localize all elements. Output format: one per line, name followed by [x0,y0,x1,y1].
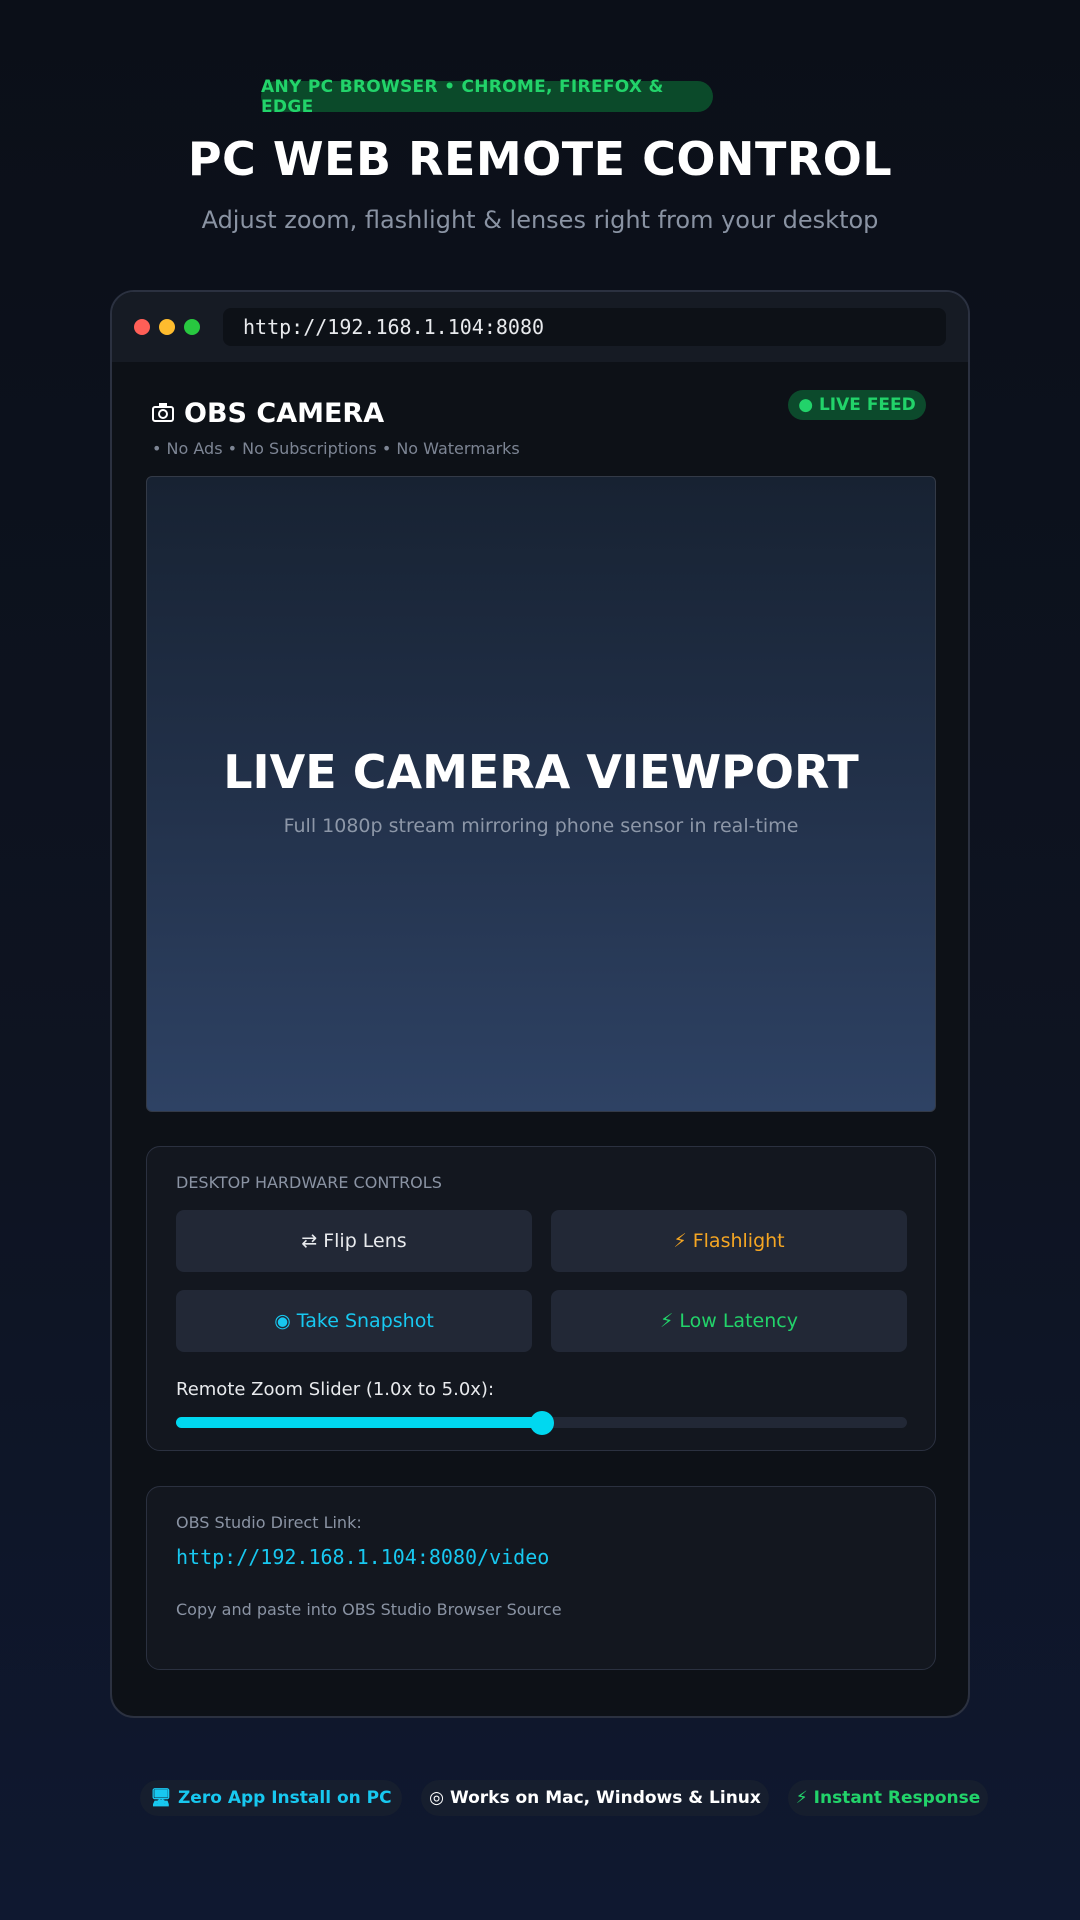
obs-link-panel: OBS Studio Direct Link: http://192.168.1… [146,1486,936,1670]
camera-icon [152,400,174,428]
low-latency-label: Low Latency [679,1310,798,1332]
browser-toolbar: http://192.168.1.104:8080 [112,292,968,362]
zoom-slider-thumb[interactable] [529,1411,554,1435]
feature-zero-install: 🖥 Zero App Install on PC [140,1780,402,1816]
app-title: OBS CAMERA [152,398,520,429]
feature-instant-response: ⚡ Instant Response [788,1780,988,1816]
feature-cross-platform: ◎ Works on Mac, Windows & Linux [421,1780,769,1816]
live-feed-badge: ● LIVE FEED [788,390,926,420]
page-subtitle: Adjust zoom, flashlight & lenses right f… [201,206,879,234]
flashlight-label: Flashlight [692,1230,785,1252]
page-title: PC WEB REMOTE CONTROL [187,132,893,186]
viewport-title: LIVE CAMERA VIEWPORT [223,745,859,799]
zoom-slider[interactable] [176,1411,907,1435]
flip-lens-label: Flip Lens [323,1230,407,1252]
flashlight-icon: ⚡ [673,1230,687,1252]
desktop-icon: 🖥 [150,1788,172,1808]
take-snapshot-label: Take Snapshot [296,1310,434,1332]
low-latency-button[interactable]: ⚡ Low Latency [551,1290,907,1352]
feature-instant-response-label: Instant Response [813,1788,981,1808]
lightning-icon: ⚡ [660,1310,674,1332]
maximize-window-button[interactable] [184,319,200,335]
obs-direct-link[interactable]: http://192.168.1.104:8080/video [176,1545,549,1569]
obs-link-label: OBS Studio Direct Link: [176,1513,362,1532]
camera-icon: ◉ [274,1310,291,1332]
take-snapshot-button[interactable]: ◉ Take Snapshot [176,1290,532,1352]
flashlight-button[interactable]: ⚡ Flashlight [551,1210,907,1272]
app-header: OBS CAMERA • No Ads • No Subscriptions •… [152,398,520,458]
address-bar[interactable]: http://192.168.1.104:8080 [223,308,946,346]
feature-cross-platform-label: Works on Mac, Windows & Linux [449,1788,761,1808]
flip-icon: ⇄ [301,1230,318,1252]
bolt-icon: ⚡ [795,1788,808,1808]
camera-viewport[interactable]: LIVE CAMERA VIEWPORT Full 1080p stream m… [146,476,936,1112]
minimize-window-button[interactable] [159,319,175,335]
feature-zero-install-label: Zero App Install on PC [177,1788,392,1808]
zoom-slider-fill [176,1417,542,1428]
obs-link-hint: Copy and paste into OBS Studio Browser S… [176,1600,562,1619]
hardware-controls-panel: DESKTOP HARDWARE CONTROLS ⇄ Flip Lens ⚡ … [146,1146,936,1451]
close-window-button[interactable] [134,319,150,335]
browser-support-badge: ANY PC BROWSER • CHROME, FIREFOX & EDGE [261,77,713,117]
viewport-subtitle: Full 1080p stream mirroring phone sensor… [283,815,799,837]
globe-icon: ◎ [429,1788,444,1808]
flip-lens-button[interactable]: ⇄ Flip Lens [176,1210,532,1272]
controls-label: DESKTOP HARDWARE CONTROLS [176,1173,442,1192]
zoom-slider-label: Remote Zoom Slider (1.0x to 5.0x): [176,1379,495,1400]
app-title-text: OBS CAMERA [184,398,385,429]
app-tagline: • No Ads • No Subscriptions • No Waterma… [152,439,520,458]
browser-window: http://192.168.1.104:8080 OBS CAMERA • N… [110,290,970,1718]
